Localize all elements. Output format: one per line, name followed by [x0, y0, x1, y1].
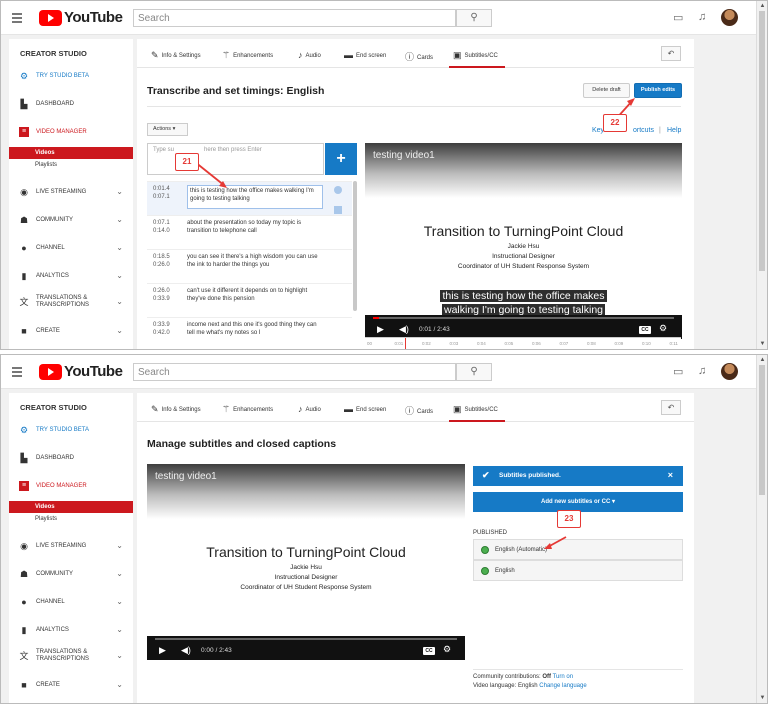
- scroll-up-icon[interactable]: ▲: [757, 1, 767, 11]
- screenshot-transcribe: YouTube Search ⚲ ▭ ♫ CREATOR STUDIO ⚙ TRY…: [0, 0, 768, 350]
- page-scrollbar[interactable]: ▲ ▼: [756, 355, 767, 703]
- scroll-down-icon[interactable]: ▼: [757, 339, 767, 349]
- annotation-arrows: [194, 98, 635, 188]
- scrollbar-thumb[interactable]: [759, 11, 765, 271]
- screenshot-manage-subtitles: YouTube Search ⚲ ▭ ♫ CREATOR STUDIO ⚙ TRY…: [0, 354, 768, 704]
- callout-22: 22: [603, 114, 627, 132]
- callout-21: 21: [175, 153, 199, 171]
- scroll-down-icon[interactable]: ▼: [757, 693, 767, 703]
- page-scrollbar[interactable]: ▲ ▼: [756, 1, 767, 349]
- callout-23: 23: [557, 510, 581, 528]
- annotation-arrows: [544, 536, 567, 549]
- scroll-up-icon[interactable]: ▲: [757, 355, 767, 365]
- scrollbar-thumb[interactable]: [759, 365, 765, 495]
